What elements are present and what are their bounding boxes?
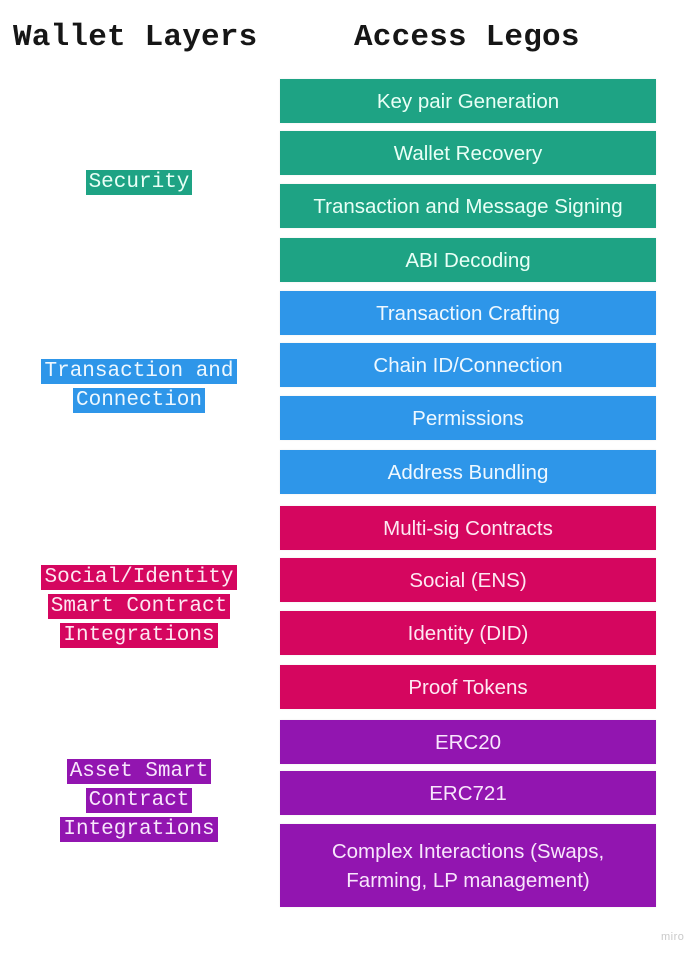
access-legos-heading: Access Legos: [354, 20, 580, 55]
layer-label-line: Transaction and: [41, 359, 237, 384]
miro-watermark: miro: [661, 931, 685, 943]
lego-multi-sig-contracts: Multi-sig Contracts: [280, 506, 656, 550]
layer-label-line: Social/Identity: [41, 565, 237, 590]
lego-wallet-recovery: Wallet Recovery: [280, 131, 656, 175]
layer-label-line: Contract: [85, 788, 193, 813]
lego-social-ens: Social (ENS): [280, 558, 656, 602]
lego-chain-id-connection: Chain ID/Connection: [280, 343, 656, 387]
lego-erc721: ERC721: [280, 771, 656, 815]
layer-label-asset-smart-contract: Asset Smart Contract Integrations: [20, 757, 258, 844]
layer-label-social-identity: Social/Identity Smart Contract Integrati…: [20, 563, 258, 650]
lego-transaction-message-signing: Transaction and Message Signing: [280, 184, 656, 228]
lego-abi-decoding: ABI Decoding: [280, 238, 656, 282]
lego-key-pair-generation: Key pair Generation: [280, 79, 656, 123]
layer-label-line: Asset Smart: [66, 759, 212, 784]
layer-label-line: Integrations: [60, 817, 218, 842]
layer-label-security: Security: [20, 168, 258, 197]
layer-label-line: Security: [85, 170, 193, 195]
layer-label-transaction-connection: Transaction and Connection: [20, 357, 258, 415]
lego-complex-interactions: Complex Interactions (Swaps, Farming, LP…: [280, 824, 656, 907]
lego-proof-tokens: Proof Tokens: [280, 665, 656, 709]
lego-address-bundling: Address Bundling: [280, 450, 656, 494]
lego-identity-did: Identity (DID): [280, 611, 656, 655]
wallet-layers-heading: Wallet Layers: [13, 20, 258, 55]
layer-label-line: Integrations: [60, 623, 218, 648]
layer-label-line: Connection: [72, 388, 206, 413]
lego-erc20: ERC20: [280, 720, 656, 764]
lego-transaction-crafting: Transaction Crafting: [280, 291, 656, 335]
lego-permissions: Permissions: [280, 396, 656, 440]
layer-label-line: Smart Contract: [47, 594, 231, 619]
